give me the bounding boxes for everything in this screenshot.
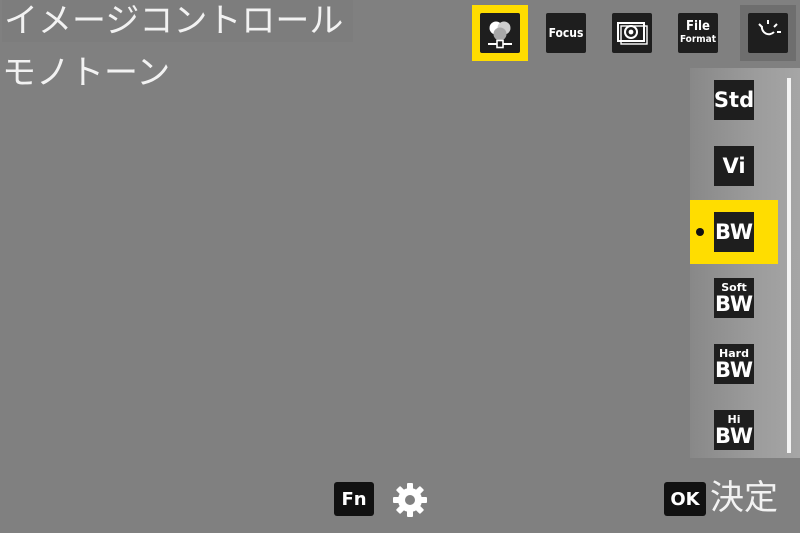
list-item-hi-bw[interactable]: Hi BW: [690, 398, 778, 462]
tab-focus[interactable]: Focus: [538, 5, 594, 61]
list-item-label: BW: [714, 423, 754, 448]
vi-icon: Vi: [714, 146, 754, 186]
list-item-sublabel: Hi: [727, 412, 741, 426]
list-item-label: BW: [714, 219, 754, 244]
file-format-icon: File Format: [678, 13, 718, 53]
list-item-label: BW: [714, 291, 754, 316]
list-item-label: Std: [713, 87, 755, 112]
tab-image-control[interactable]: [472, 5, 528, 61]
list-item-label: BW: [714, 357, 754, 382]
menu-tabs: Focus File Format: [470, 0, 800, 64]
image-control-list[interactable]: Std Vi BW Soft BW Hard BW Hi BW: [690, 68, 800, 458]
tab-exposure[interactable]: [740, 5, 796, 61]
list-item-std[interactable]: Std: [690, 68, 778, 132]
confirm-label: 決定: [710, 478, 778, 518]
selected-option-name: モノトーン: [2, 53, 171, 93]
scrollbar-thumb[interactable]: [787, 78, 791, 453]
tab-focus-label: Focus: [548, 26, 584, 40]
hi-bw-icon: Hi BW: [714, 410, 754, 450]
stabilizer-icon: [612, 13, 652, 53]
soft-bw-icon: Soft BW: [714, 278, 754, 318]
current-setting-dot: [696, 228, 704, 236]
bw-icon: BW: [714, 212, 754, 252]
std-icon: Std: [714, 80, 754, 120]
list-item-bw[interactable]: BW: [690, 200, 778, 264]
scrollbar[interactable]: [787, 78, 791, 453]
image-control-icon: [480, 13, 520, 53]
ok-button[interactable]: OK: [664, 482, 706, 516]
list-item-hard-bw[interactable]: Hard BW: [690, 332, 778, 396]
focus-icon: Focus: [546, 13, 586, 53]
tab-file-format[interactable]: File Format: [670, 5, 726, 61]
screen-title: イメージコントロール: [2, 0, 354, 42]
tab-stabilizer[interactable]: [604, 5, 660, 61]
fn-button[interactable]: Fn: [334, 482, 374, 516]
gear-icon[interactable]: [390, 480, 430, 520]
list-item-sublabel: Soft: [721, 280, 747, 294]
list-item-label: Vi: [722, 153, 746, 178]
sun-icon: [748, 13, 788, 53]
list-item-vi[interactable]: Vi: [690, 134, 778, 198]
hard-bw-icon: Hard BW: [714, 344, 754, 384]
list-item-sublabel: Hard: [719, 346, 749, 360]
tab-file-label: File: [686, 19, 710, 34]
list-item-soft-bw[interactable]: Soft BW: [690, 266, 778, 330]
tab-format-label: Format: [679, 34, 717, 45]
